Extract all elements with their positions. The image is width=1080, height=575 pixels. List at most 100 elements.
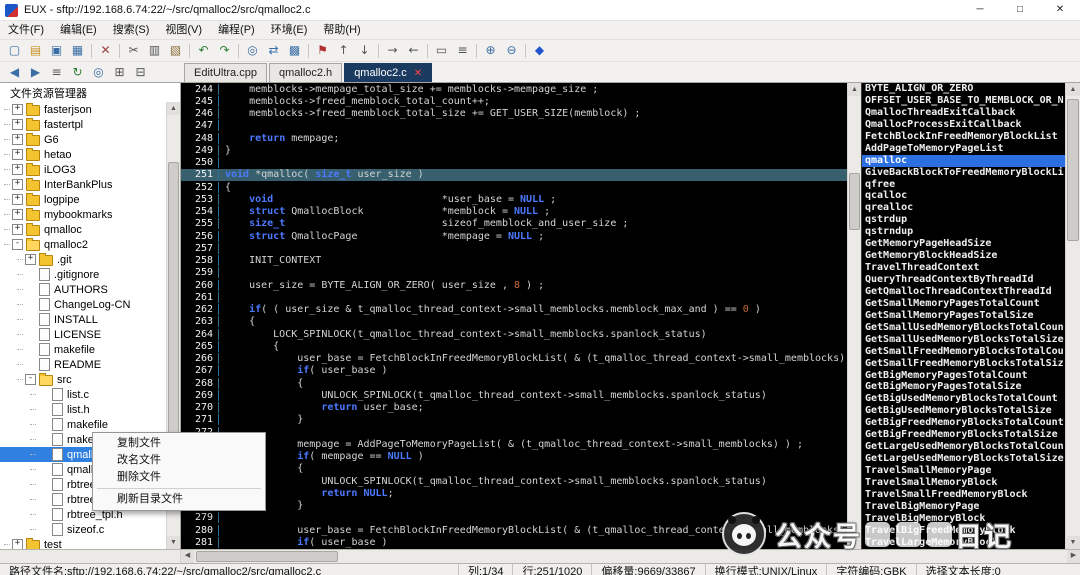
panel-scroll-thumb[interactable] <box>1067 99 1079 241</box>
tree-item-mybookmarks[interactable]: +mybookmarks <box>0 207 167 222</box>
close-icon[interactable]: ✕ <box>414 68 422 79</box>
function-list-item[interactable]: QmallocThreadExitCallback <box>862 107 1066 119</box>
function-list-item[interactable]: GetMemoryBlockHeadSize <box>862 250 1066 262</box>
maximize-button[interactable]: □ <box>1000 0 1040 20</box>
code-line[interactable]: 249} <box>181 144 848 156</box>
code-editor[interactable]: 244 memblocks->mempage_total_size += mem… <box>181 83 861 549</box>
expand-icon[interactable]: + <box>12 134 23 145</box>
code-line[interactable]: 256 struct QmallocPage *mempage = NULL ; <box>181 230 848 242</box>
function-list-item[interactable]: TravelSmallMemoryBlock <box>862 477 1066 489</box>
scroll-down-icon[interactable]: ▼ <box>167 536 180 549</box>
code-line[interactable]: 276 UNLOCK_SPINLOCK(t_qmalloc_thread_con… <box>181 475 848 487</box>
undo-icon[interactable]: ↶ <box>194 42 213 59</box>
scroll-up-icon[interactable]: ▲ <box>167 102 180 115</box>
collapse-all-icon[interactable]: ⊟ <box>131 64 150 81</box>
function-list-item[interactable]: TravelBigMemoryBlock <box>862 513 1066 525</box>
code-line[interactable]: 270 return user_base; <box>181 402 848 414</box>
expand-icon[interactable]: + <box>12 149 23 160</box>
replace-icon[interactable]: ⇄ <box>264 42 283 59</box>
code-line[interactable]: 250 <box>181 157 848 169</box>
menu-item[interactable]: 编辑(E) <box>52 21 105 39</box>
scroll-down-icon[interactable]: ▼ <box>1066 536 1080 549</box>
sidebar-scroll-thumb[interactable] <box>168 162 179 464</box>
next-bookmark-icon[interactable]: ↓ <box>355 42 374 59</box>
copy-icon[interactable]: ▥ <box>145 42 164 59</box>
expand-icon[interactable]: + <box>25 254 36 265</box>
scroll-right-icon[interactable]: ▶ <box>1067 550 1080 563</box>
function-list-item[interactable]: GetBigUsedMemoryBlocksTotalCount <box>862 393 1066 405</box>
tab-editultra-cpp[interactable]: EditUltra.cpp <box>184 63 267 82</box>
code-line[interactable]: 244 memblocks->mempage_total_size += mem… <box>181 83 848 95</box>
code-line[interactable]: 274 if( mempage == NULL ) <box>181 451 848 463</box>
expand-all-icon[interactable]: ⊞ <box>110 64 129 81</box>
next-file-icon[interactable]: ▶ <box>26 64 45 81</box>
code-line[interactable]: 269 UNLOCK_SPINLOCK(t_qmalloc_thread_con… <box>181 389 848 401</box>
tree-item-makefile[interactable]: makefile <box>0 342 167 357</box>
code-line[interactable]: 272 <box>181 426 848 438</box>
code-line[interactable]: 248 return mempage; <box>181 132 848 144</box>
zoom-out-icon[interactable]: ⊖ <box>502 42 521 59</box>
code-line[interactable]: 245 memblocks->freed_memblock_total_coun… <box>181 95 848 107</box>
function-list-item[interactable]: BYTE_ALIGN_OR_ZERO <box>862 83 1066 95</box>
tree-item-ilog3[interactable]: +iLOG3 <box>0 162 167 177</box>
function-list-item[interactable]: OFFSET_USER_BASE_TO_MEMBLOCK_OR_N <box>862 95 1066 107</box>
function-list-item[interactable]: TravelSmallFreedMemoryBlock <box>862 489 1066 501</box>
code-line[interactable]: 278 } <box>181 500 848 512</box>
function-list-item[interactable]: qcalloc <box>862 190 1066 202</box>
editor-scroll-thumb[interactable] <box>849 173 860 230</box>
tree-item-test[interactable]: +test <box>0 537 167 549</box>
code-lines[interactable]: 244 memblocks->mempage_total_size += mem… <box>181 83 848 549</box>
paste-icon[interactable]: ▧ <box>166 42 185 59</box>
code-line[interactable]: 251void *qmalloc( size_t user_size ) <box>181 169 848 181</box>
function-list-item[interactable]: TravelBigFreedMemoryBlock <box>862 525 1066 537</box>
tree-item-logpipe[interactable]: +logpipe <box>0 192 167 207</box>
function-list-item[interactable]: QmallocProcessExitCallback <box>862 119 1066 131</box>
function-list-item[interactable]: GetLargeUsedMemoryBlocksTotalCoun <box>862 441 1066 453</box>
code-line[interactable]: 259 <box>181 267 848 279</box>
code-line[interactable]: 273 mempage = AddPageToMemoryPageList( &… <box>181 438 848 450</box>
find-icon[interactable]: ◎ <box>243 42 262 59</box>
code-line[interactable]: 275 { <box>181 463 848 475</box>
tree-item-install[interactable]: INSTALL <box>0 312 167 327</box>
function-list-item[interactable]: GetMemoryPageHeadSize <box>862 238 1066 250</box>
code-line[interactable]: 267 if( user_base ) <box>181 365 848 377</box>
tree-item-changelog-cn[interactable]: ChangeLog-CN <box>0 297 167 312</box>
expand-icon[interactable]: + <box>12 224 23 235</box>
scroll-left-icon[interactable]: ◀ <box>181 550 194 563</box>
refresh-icon[interactable]: ↻ <box>68 64 87 81</box>
code-line[interactable]: 265 { <box>181 340 848 352</box>
function-list-item[interactable]: GetBigMemoryPagesTotalCount <box>862 370 1066 382</box>
expand-icon[interactable]: + <box>12 209 23 220</box>
close-button[interactable]: ✕ <box>1040 0 1080 20</box>
code-line[interactable]: 257 <box>181 242 848 254</box>
function-list-item[interactable]: TravelLargeMemoryBlock <box>862 537 1066 549</box>
expand-icon[interactable]: + <box>12 164 23 175</box>
collapse-icon[interactable]: - <box>25 374 36 385</box>
code-line[interactable]: 262 if( ( user_size & t_qmalloc_thread_c… <box>181 304 848 316</box>
locate-file-icon[interactable]: ◎ <box>89 64 108 81</box>
tree-item-hetao[interactable]: +hetao <box>0 147 167 162</box>
find-in-files-icon[interactable]: ▩ <box>285 42 304 59</box>
function-list-item[interactable]: AddPageToMemoryPageList <box>862 143 1066 155</box>
context-menu-item[interactable]: 刷新目录文件 <box>95 491 263 508</box>
code-line[interactable]: 263 { <box>181 316 848 328</box>
function-list-item[interactable]: GetSmallFreedMemoryBlocksTotalSiz <box>862 358 1066 370</box>
redo-icon[interactable]: ↷ <box>215 42 234 59</box>
context-menu-item[interactable]: 改名文件 <box>95 452 263 469</box>
tab-qmalloc2-h[interactable]: qmalloc2.h <box>269 63 342 82</box>
tree-item-authors[interactable]: AUTHORS <box>0 282 167 297</box>
function-list-item[interactable]: GetSmallUsedMemoryBlocksTotalSize <box>862 334 1066 346</box>
editor-scrollbar[interactable]: ▲ ▼ <box>847 83 861 549</box>
tree-item-fastertpl[interactable]: +fastertpl <box>0 117 167 132</box>
tree-item-list-h[interactable]: list.h <box>0 402 167 417</box>
function-list-item[interactable]: qrealloc <box>862 202 1066 214</box>
function-list-item[interactable]: qstrdup <box>862 214 1066 226</box>
prev-bookmark-icon[interactable]: ↑ <box>334 42 353 59</box>
expand-icon[interactable]: + <box>12 539 23 549</box>
file-list-icon[interactable]: ≡ <box>47 64 66 81</box>
new-file-icon[interactable]: ▢ <box>5 42 24 59</box>
settings-icon[interactable]: ◆ <box>530 42 549 59</box>
code-line[interactable]: 260 user_size = BYTE_ALIGN_OR_ZERO( user… <box>181 279 848 291</box>
tree-item-qmalloc[interactable]: +qmalloc <box>0 222 167 237</box>
code-line[interactable]: 253 void *user_base = NULL ; <box>181 193 848 205</box>
